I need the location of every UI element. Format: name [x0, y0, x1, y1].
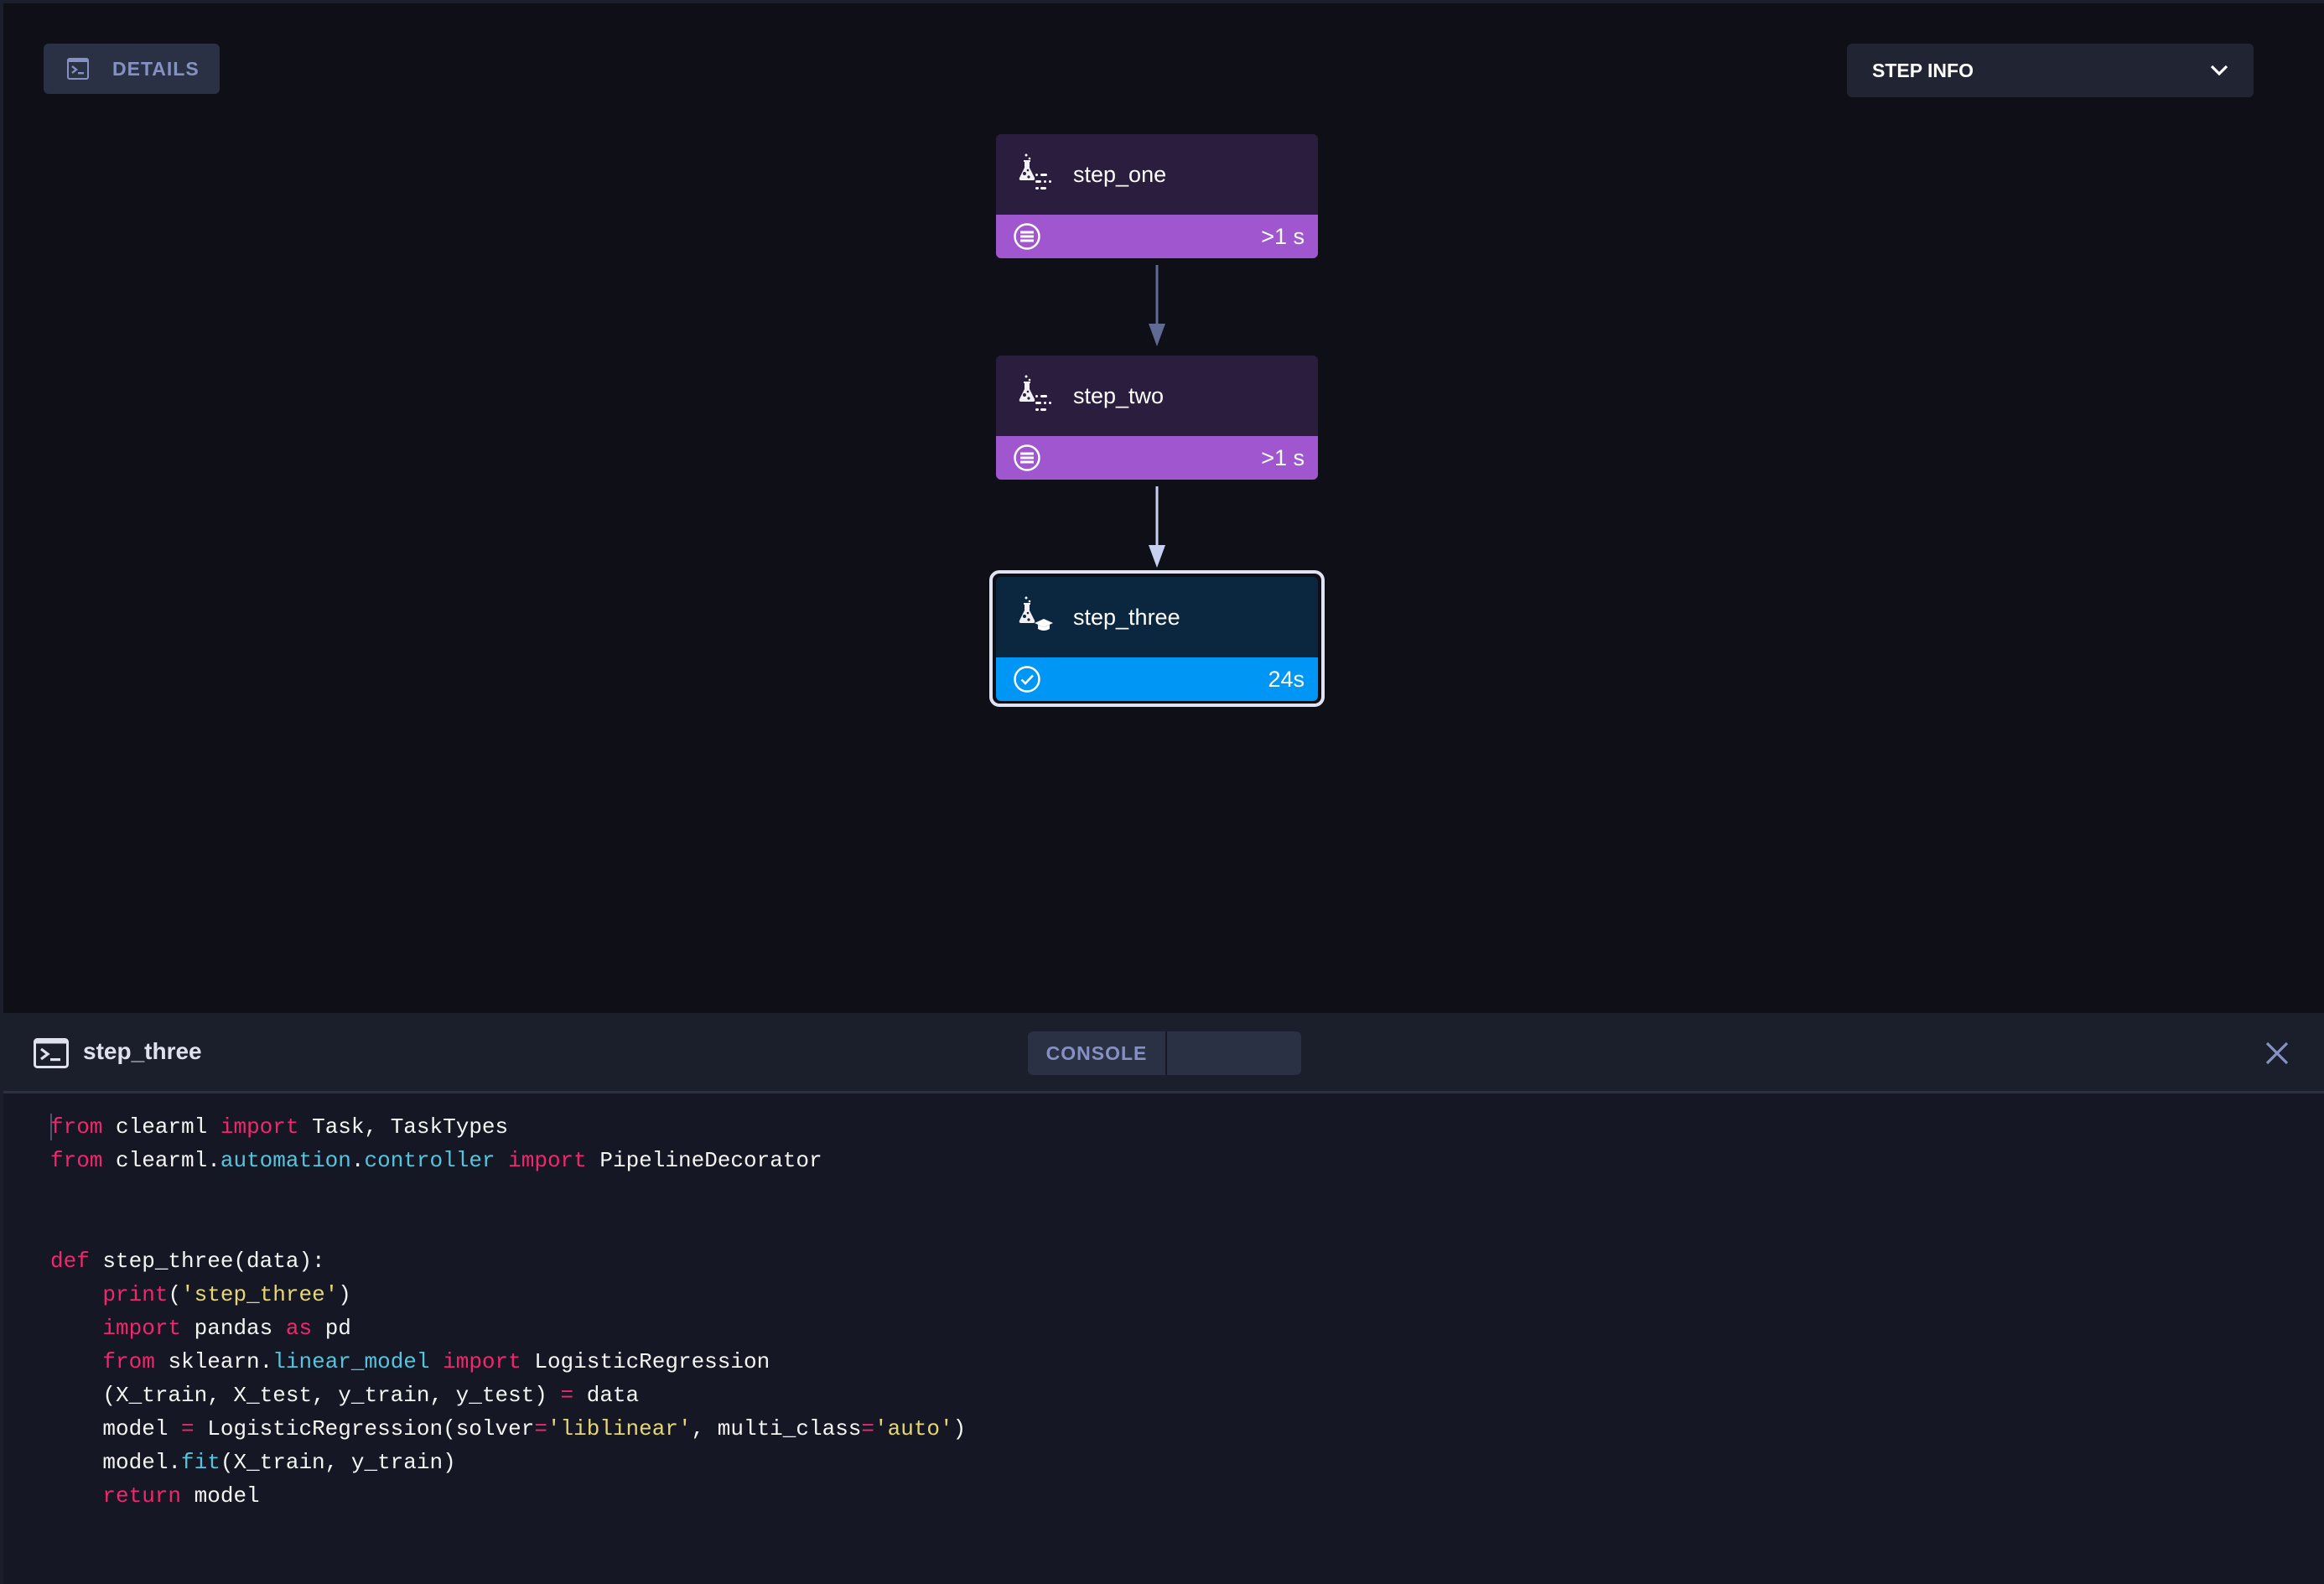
code-token: PipelineDecorator [586, 1148, 822, 1173]
close-icon[interactable] [2264, 1040, 2290, 1067]
queued-icon [1014, 223, 1040, 250]
node-duration: >1 s [1261, 444, 1305, 470]
code-line: from clearml.automation.controller impor… [50, 1144, 966, 1177]
code-token: . [350, 1148, 365, 1173]
edge-step-one-to-step-two [1149, 265, 1165, 346]
code-token: sklearn. [154, 1349, 273, 1374]
node-status-bar: >1 s [996, 436, 1318, 480]
code-token: import [508, 1148, 587, 1173]
node-name: step_one [1073, 161, 1167, 187]
code-token: fit [181, 1450, 220, 1475]
node-duration: 24s [1268, 666, 1305, 692]
code-token: 'liblinear' [547, 1416, 692, 1441]
training-icon [1019, 596, 1053, 631]
node-header: step_two [996, 356, 1318, 436]
panel-header: step_three CONSOLE CODE [3, 1013, 2324, 1093]
step-info-label: STEP INFO [1872, 59, 1974, 81]
code-token: ( [168, 1282, 182, 1307]
code-token: = [534, 1416, 547, 1441]
node-header: step_three [996, 577, 1318, 657]
data-processing-icon [1019, 153, 1051, 190]
node-name: step_three [1073, 604, 1180, 630]
code-token: linear_model [272, 1349, 430, 1374]
code-line: model.fit(X_train, y_train) [50, 1446, 966, 1479]
code-token: controller [364, 1148, 495, 1173]
edge-step-two-to-step-three [1149, 486, 1165, 568]
code-token: = [560, 1383, 574, 1408]
node-status-bar: >1 s [996, 215, 1318, 258]
code-line: model = LogisticRegression(solver='libli… [50, 1412, 966, 1446]
code-token: step_three(data): [89, 1249, 325, 1274]
code-token: from [50, 1148, 103, 1173]
step-details-panel: step_three CONSOLE CODE from clearml imp… [3, 1013, 2324, 1584]
code-token: = [181, 1416, 195, 1441]
code-line: from sklearn.linear_model import Logisti… [50, 1345, 966, 1379]
code-token: 'step_three' [181, 1282, 339, 1307]
code-token: Task, TaskTypes [298, 1114, 509, 1140]
code-line: print('step_three') [50, 1278, 966, 1311]
pipeline-node-step-one[interactable]: step_one >1 s [996, 134, 1318, 258]
code-line: return model [50, 1479, 966, 1513]
code-token: def [50, 1249, 90, 1274]
code-token: from [50, 1114, 103, 1140]
code-token: ) [952, 1416, 967, 1441]
code-token: return [102, 1483, 182, 1509]
details-label: DETAILS [112, 57, 200, 80]
data-processing-icon [1019, 375, 1051, 411]
code-token: model [50, 1416, 182, 1441]
window-top-border [0, 0, 2324, 3]
code-token: LogisticRegression [521, 1349, 770, 1374]
terminal-icon [67, 58, 89, 80]
code-token: pd [312, 1316, 351, 1341]
code-token: , multi_class [691, 1416, 862, 1441]
code-token: model [181, 1483, 260, 1509]
code-token: data [573, 1383, 640, 1408]
step-info-dropdown[interactable]: STEP INFO [1847, 44, 2254, 97]
panel-title: step_three [83, 1038, 202, 1064]
queued-icon [1014, 444, 1040, 471]
code-line: from clearml import Task, TaskTypes [50, 1110, 966, 1144]
pipeline-node-step-three[interactable]: step_three 24s [996, 577, 1318, 701]
check-circle-icon [1014, 666, 1040, 693]
node-duration: >1 s [1261, 223, 1305, 249]
tab-console[interactable]: CONSOLE [1028, 1031, 1167, 1075]
code-line: (X_train, X_test, y_train, y_test) = dat… [50, 1379, 966, 1412]
terminal-icon [34, 1038, 69, 1068]
code-token: as [285, 1316, 313, 1341]
code-token: 'auto' [874, 1416, 953, 1441]
code-line: def step_three(data): [50, 1244, 966, 1278]
code-token: (X_train, X_test, y_train, y_test) [50, 1383, 561, 1408]
code-token: import [220, 1114, 299, 1140]
code-token: (X_train, y_train) [220, 1450, 456, 1475]
node-name: step_two [1073, 382, 1165, 408]
node-status-bar: 24s [996, 657, 1318, 701]
details-button[interactable]: DETAILS [44, 44, 220, 94]
code-viewer[interactable]: from clearml import Task, TaskTypes from … [50, 1110, 966, 1513]
code-token: ) [338, 1282, 351, 1307]
code-line: import pandas as pd [50, 1311, 966, 1345]
pipeline-node-step-two[interactable]: step_two >1 s [996, 356, 1318, 480]
code-token: clearml. [102, 1148, 220, 1173]
code-token: automation [220, 1148, 351, 1173]
node-header: step_one [996, 134, 1318, 215]
code-token: clearml [102, 1114, 220, 1140]
code-token: = [861, 1416, 875, 1441]
view-toggle: CONSOLE CODE [1028, 1031, 1301, 1075]
code-token: print [102, 1282, 169, 1307]
chevron-down-icon [2210, 65, 2228, 76]
code-token: model. [50, 1450, 182, 1475]
code-token: from [102, 1349, 155, 1374]
code-token: import [102, 1316, 182, 1341]
code-token: pandas [181, 1316, 286, 1341]
code-token: import [443, 1349, 521, 1374]
code-token: LogisticRegression(solver [194, 1416, 535, 1441]
